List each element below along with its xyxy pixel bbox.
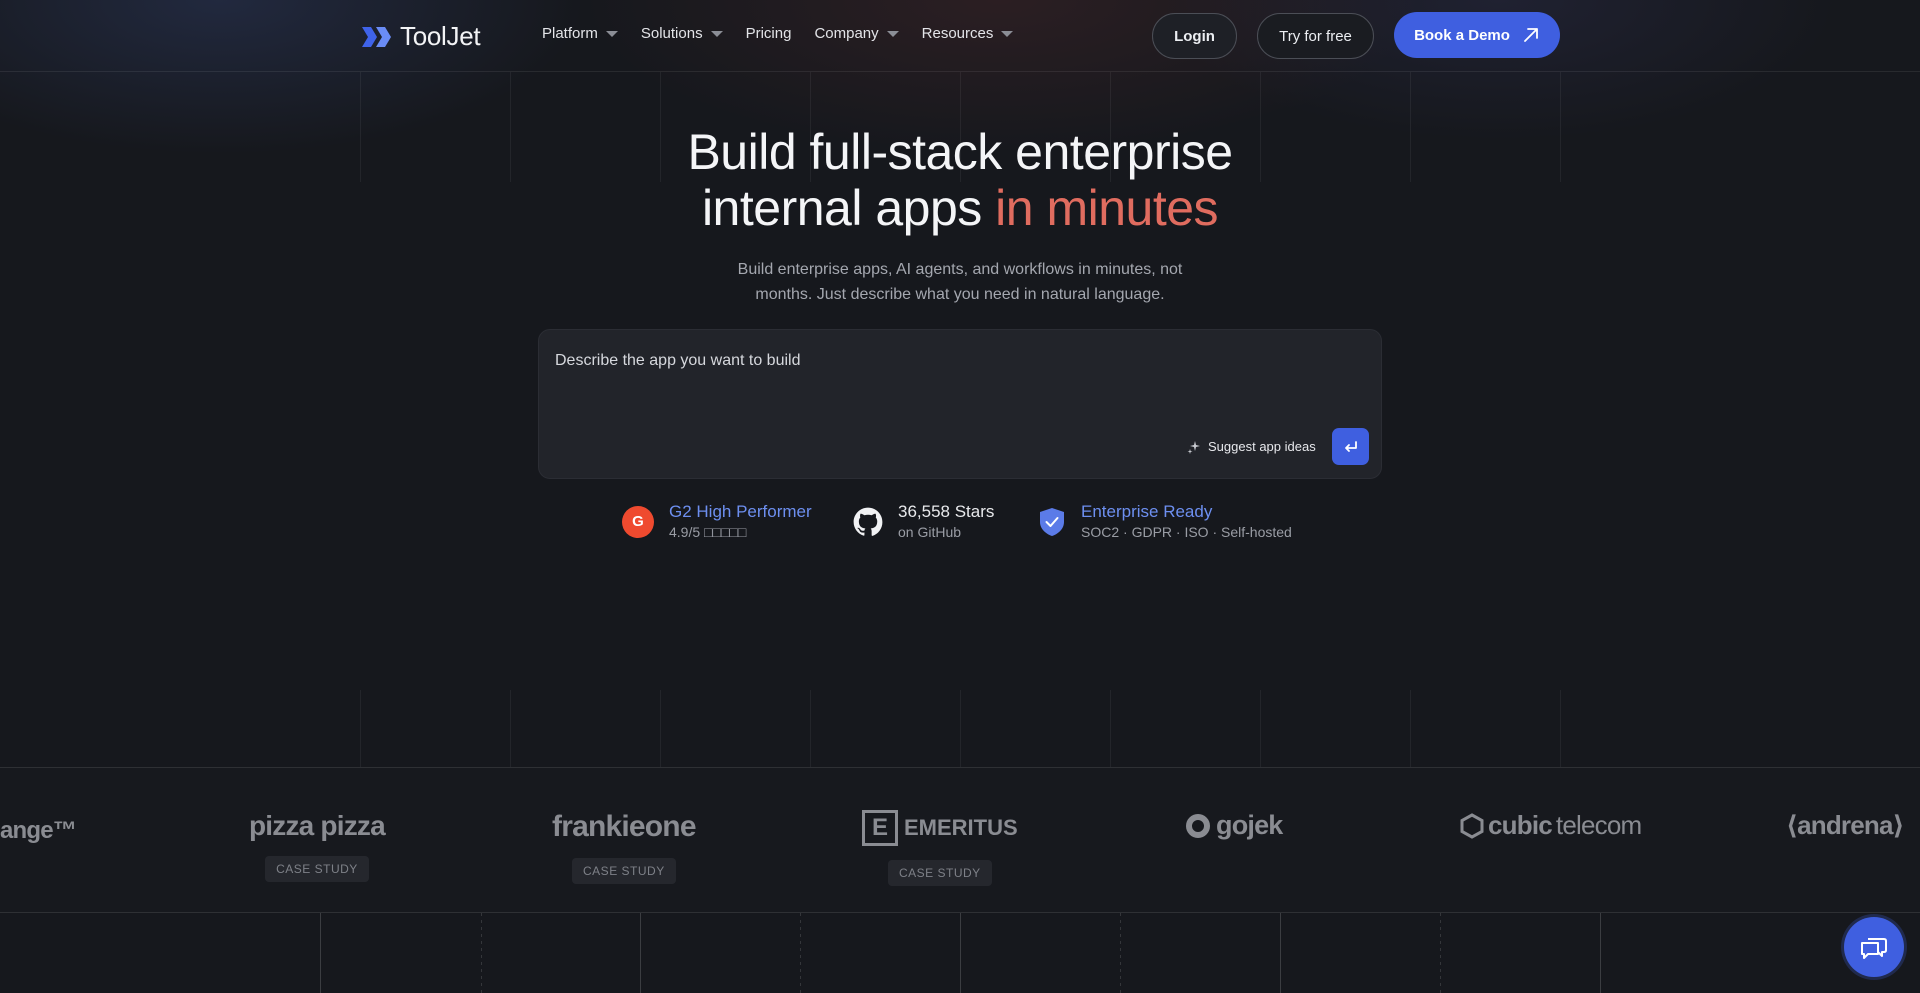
- tooljet-logo[interactable]: ToolJet: [360, 21, 481, 52]
- client-logo-emeritus[interactable]: E EMERITUS CASE STUDY: [862, 810, 1018, 886]
- menu-item-pricing[interactable]: Pricing: [746, 25, 792, 42]
- app-prompt-box: Suggest app ideas: [538, 329, 1382, 479]
- chevron-down-icon: [710, 30, 723, 37]
- g2-badge[interactable]: G G2 High Performer 4.9/5 □□□□□: [622, 502, 812, 541]
- client-name: ange™: [0, 817, 77, 844]
- case-study-badge[interactable]: CASE STUDY: [572, 858, 676, 884]
- client-logo-strip: ange™ pizza pizza CASE STUDY frankieone …: [0, 767, 1920, 913]
- hexagon-icon: [1460, 812, 1484, 839]
- menu-item-solutions[interactable]: Solutions: [641, 25, 723, 42]
- client-name: EMERITUS: [904, 815, 1018, 840]
- grid-lines-bottom: [0, 913, 1920, 993]
- grid-lines-middle: [0, 690, 1920, 767]
- github-badge-subtitle: on GitHub: [898, 524, 962, 540]
- client-name: cubic: [1488, 810, 1553, 840]
- app-description-input[interactable]: [555, 352, 1255, 370]
- menu-item-label: Pricing: [745, 25, 792, 42]
- hero-subtitle: Build enterprise apps, AI agents, and wo…: [0, 257, 1920, 307]
- g2-badge-rating: 4.9/5 □□□□□: [669, 524, 747, 540]
- client-logo-cubic-telecom: cubic telecom: [1460, 810, 1642, 841]
- enterprise-ready-subtitle: SOC2 · GDPR · ISO · Self-hosted: [1081, 524, 1292, 540]
- menu-item-label: Resources: [921, 25, 994, 42]
- menu-item-label: Platform: [542, 25, 598, 42]
- client-name-with-mark: E EMERITUS: [862, 810, 1018, 846]
- emeritus-e-icon: E: [862, 810, 898, 846]
- github-badge[interactable]: 36,558 Stars on GitHub: [853, 502, 994, 541]
- client-logo-ange: ange™: [0, 817, 77, 845]
- github-stars-count: 36,558 Stars: [898, 502, 995, 521]
- chat-bubbles-icon: [1861, 938, 1887, 959]
- chevron-down-icon: [886, 30, 899, 37]
- client-logo-frankieone[interactable]: frankieone CASE STUDY: [552, 810, 697, 884]
- client-logo-andrena: ⟨andrena⟩: [1786, 810, 1905, 841]
- g2-badge-title: G2 High Performer: [669, 502, 812, 521]
- book-a-demo-button[interactable]: Book a Demo: [1394, 12, 1560, 58]
- book-a-demo-label: Book a Demo: [1414, 26, 1510, 44]
- top-navigation: ToolJet Platform Solutions Pricing Compa…: [0, 0, 1920, 72]
- menu-item-label: Solutions: [640, 25, 703, 42]
- sparkle-icon: [1187, 440, 1200, 454]
- hero-subtitle-line2: months. Just describe what you need in n…: [755, 286, 1165, 303]
- hero-title-accent: in minutes: [995, 180, 1219, 236]
- enterprise-ready-badge[interactable]: Enterprise Ready SOC2 · GDPR · ISO · Sel…: [1038, 502, 1292, 541]
- arrow-up-right-icon: [1524, 28, 1538, 42]
- menu-item-resources[interactable]: Resources: [922, 25, 1014, 42]
- hero-title-line1: Build full-stack enterprise: [687, 124, 1233, 180]
- enter-icon: [1344, 440, 1357, 452]
- enterprise-ready-title: Enterprise Ready: [1081, 502, 1213, 521]
- chevron-down-icon: [1001, 30, 1014, 37]
- case-study-badge[interactable]: CASE STUDY: [265, 856, 369, 882]
- logo-wordmark: ToolJet: [400, 21, 481, 51]
- hero-subtitle-line1: Build enterprise apps, AI agents, and wo…: [737, 261, 1183, 278]
- tooljet-logo-icon: [362, 26, 391, 47]
- hero-title: Build full-stack enterprise internal app…: [0, 124, 1920, 236]
- client-name: pizza pizza: [249, 810, 386, 841]
- shield-check-icon: [1040, 507, 1064, 536]
- client-logo-gojek: gojek: [1186, 810, 1283, 841]
- chevron-down-icon: [605, 30, 618, 37]
- menu-item-platform[interactable]: Platform: [542, 25, 618, 42]
- submit-prompt-button[interactable]: [1332, 428, 1369, 465]
- client-name: ⟨andrena⟩: [1786, 810, 1905, 840]
- client-name: gojek: [1216, 810, 1283, 840]
- menu-item-label: Company: [814, 25, 879, 42]
- client-name-with-mark: gojek: [1186, 810, 1283, 841]
- suggest-app-ideas-label: Suggest app ideas: [1208, 439, 1316, 454]
- suggest-app-ideas-button[interactable]: Suggest app ideas: [1187, 439, 1316, 454]
- client-logo-pizza-pizza[interactable]: pizza pizza CASE STUDY: [249, 810, 386, 882]
- github-icon: [853, 507, 883, 536]
- gojek-logo-icon: [1186, 813, 1210, 838]
- menu-item-company[interactable]: Company: [814, 25, 899, 42]
- case-study-badge[interactable]: CASE STUDY: [888, 860, 992, 886]
- client-name-light: telecom: [1555, 810, 1642, 840]
- g2-logo-icon: G: [622, 505, 654, 538]
- login-button[interactable]: Login: [1152, 13, 1237, 59]
- client-name: frankieone: [552, 810, 697, 843]
- client-name-with-mark: cubic telecom: [1460, 810, 1642, 841]
- chat-widget-button[interactable]: [1844, 917, 1904, 977]
- hero-title-line2: internal apps: [701, 180, 996, 236]
- try-for-free-button[interactable]: Try for free: [1257, 13, 1374, 59]
- main-menu: Platform Solutions Pricing Company Resou…: [542, 25, 1014, 42]
